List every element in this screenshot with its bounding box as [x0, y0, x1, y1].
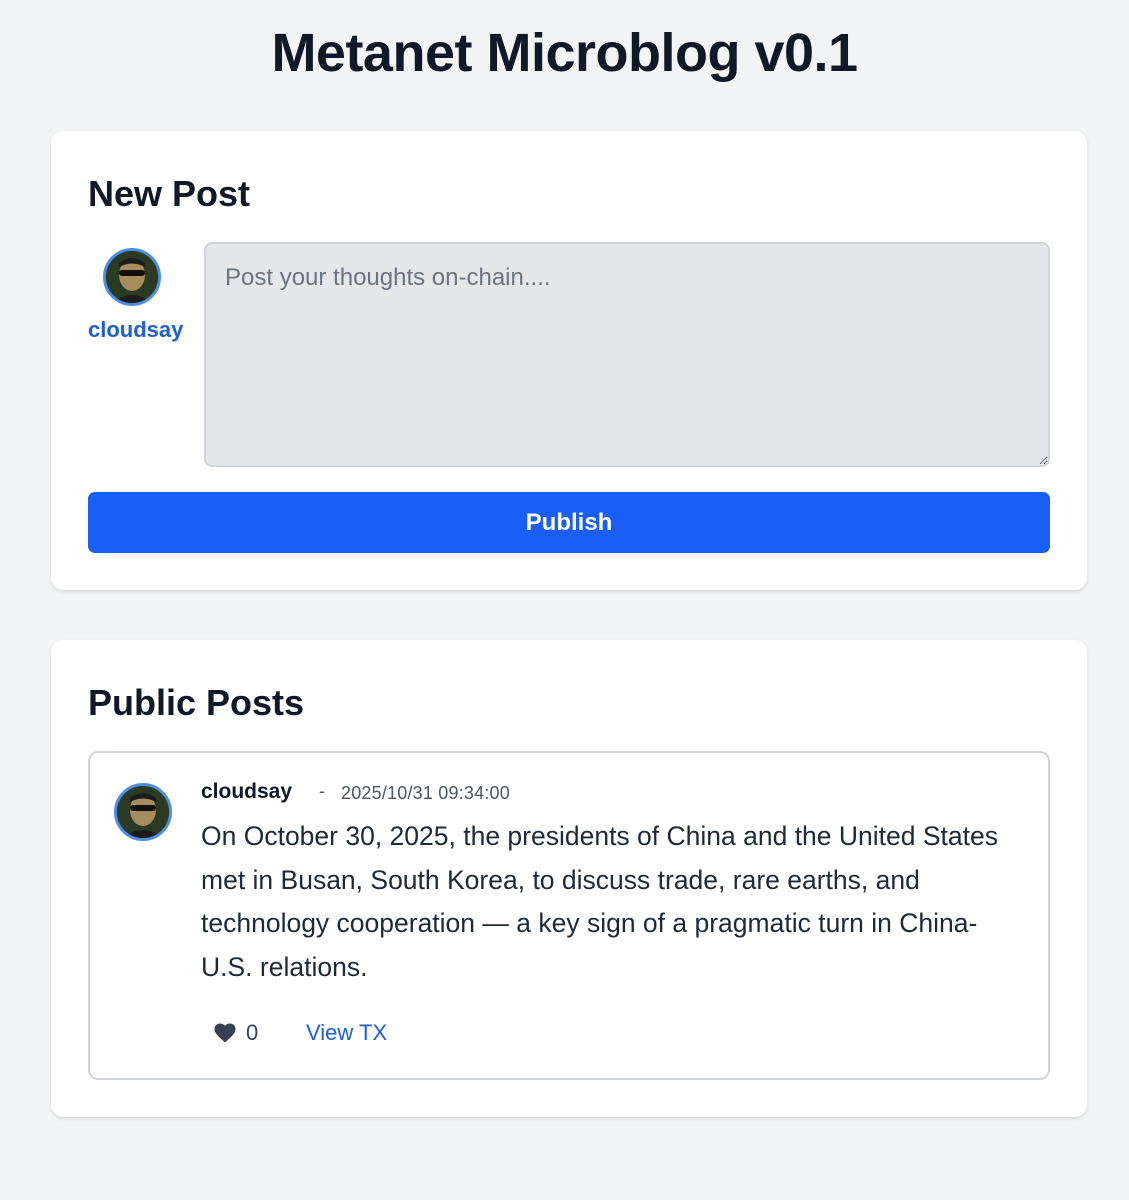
public-posts-card: Public Posts cloudsay - 2025/10/31 09:34… [51, 640, 1087, 1117]
new-post-card: New Post cloudsay Publish [51, 131, 1087, 590]
like-count: 0 [246, 1020, 259, 1045]
heart-icon [214, 1023, 236, 1043]
composer-username[interactable]: cloudsay [88, 317, 183, 343]
post-item: cloudsay - 2025/10/31 09:34:00 On Octobe… [88, 751, 1050, 1080]
publish-button[interactable]: Publish [88, 492, 1050, 553]
avatar-image-icon [117, 786, 169, 838]
post-body: On October 30, 2025, the presidents of C… [201, 821, 998, 982]
post-separator: - [319, 781, 325, 801]
post-author[interactable]: cloudsay [201, 780, 292, 804]
avatar-image-icon [106, 251, 158, 303]
post-timestamp: 2025/10/31 09:34:00 [341, 783, 510, 803]
public-posts-heading: Public Posts [88, 682, 305, 723]
page-title: Metanet Microblog v0.1 [271, 23, 858, 83]
new-post-heading: New Post [88, 173, 251, 214]
view-tx-link[interactable]: View TX [306, 1020, 387, 1046]
user-avatar[interactable] [103, 248, 161, 306]
post-avatar[interactable] [114, 783, 172, 841]
post-input[interactable] [204, 242, 1050, 467]
like-button[interactable]: 0 [214, 1020, 258, 1046]
